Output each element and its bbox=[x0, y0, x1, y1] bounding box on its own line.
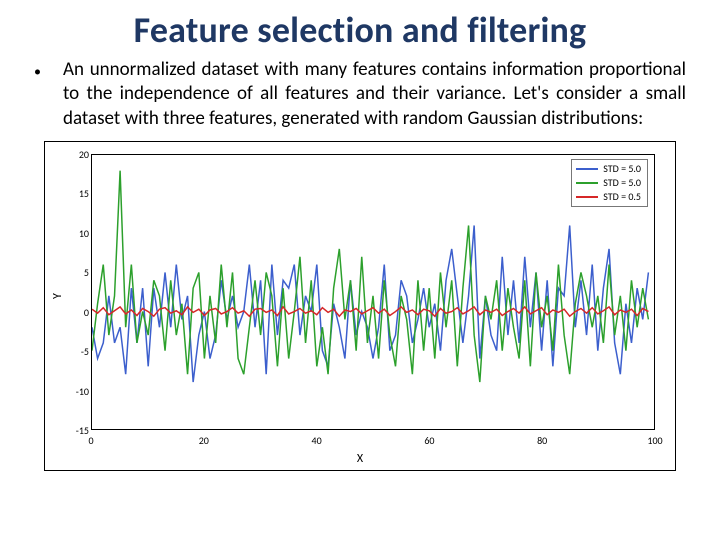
y-tick-label: -15 bbox=[59, 424, 89, 437]
legend-entry: STD = 5.0 bbox=[576, 162, 641, 176]
body-paragraph: An unnormalized dataset with many featur… bbox=[63, 58, 686, 131]
bullet-dot-icon: • bbox=[34, 63, 41, 80]
y-tick-label: 20 bbox=[59, 148, 89, 161]
x-tick-label: 80 bbox=[537, 434, 547, 447]
chart-container: Y X STD = 5.0 STD = 5.0 STD = 0.5 bbox=[44, 141, 676, 471]
y-axis-label: Y bbox=[51, 294, 65, 300]
page-title: Feature selection and filtering bbox=[34, 8, 686, 52]
legend-entry: STD = 0.5 bbox=[576, 190, 641, 204]
x-tick-label: 40 bbox=[312, 434, 322, 447]
x-tick-label: 60 bbox=[424, 434, 434, 447]
x-tick-label: 100 bbox=[647, 434, 662, 447]
plot-area: STD = 5.0 STD = 5.0 STD = 0.5 bbox=[91, 154, 655, 430]
legend-label: STD = 0.5 bbox=[603, 190, 641, 204]
legend-label: STD = 5.0 bbox=[603, 176, 641, 190]
legend-swatch-icon bbox=[576, 168, 598, 170]
y-tick-label: 0 bbox=[59, 306, 89, 319]
chart-legend: STD = 5.0 STD = 5.0 STD = 0.5 bbox=[571, 159, 648, 207]
y-tick-label: 5 bbox=[59, 266, 89, 279]
legend-label: STD = 5.0 bbox=[603, 162, 641, 176]
y-tick-label: 10 bbox=[59, 227, 89, 240]
y-tick-label: -5 bbox=[59, 345, 89, 358]
legend-swatch-icon bbox=[576, 196, 598, 198]
y-tick-label: -10 bbox=[59, 385, 89, 398]
x-tick-label: 0 bbox=[88, 434, 93, 447]
bullet-item: • An unnormalized dataset with many feat… bbox=[34, 58, 686, 139]
slide: Feature selection and filtering • An unn… bbox=[0, 0, 720, 540]
legend-entry: STD = 5.0 bbox=[576, 176, 641, 190]
x-tick-label: 20 bbox=[199, 434, 209, 447]
chart-lines bbox=[92, 155, 654, 429]
y-tick-label: 15 bbox=[59, 187, 89, 200]
legend-swatch-icon bbox=[576, 182, 598, 184]
x-axis-label: X bbox=[357, 452, 363, 466]
